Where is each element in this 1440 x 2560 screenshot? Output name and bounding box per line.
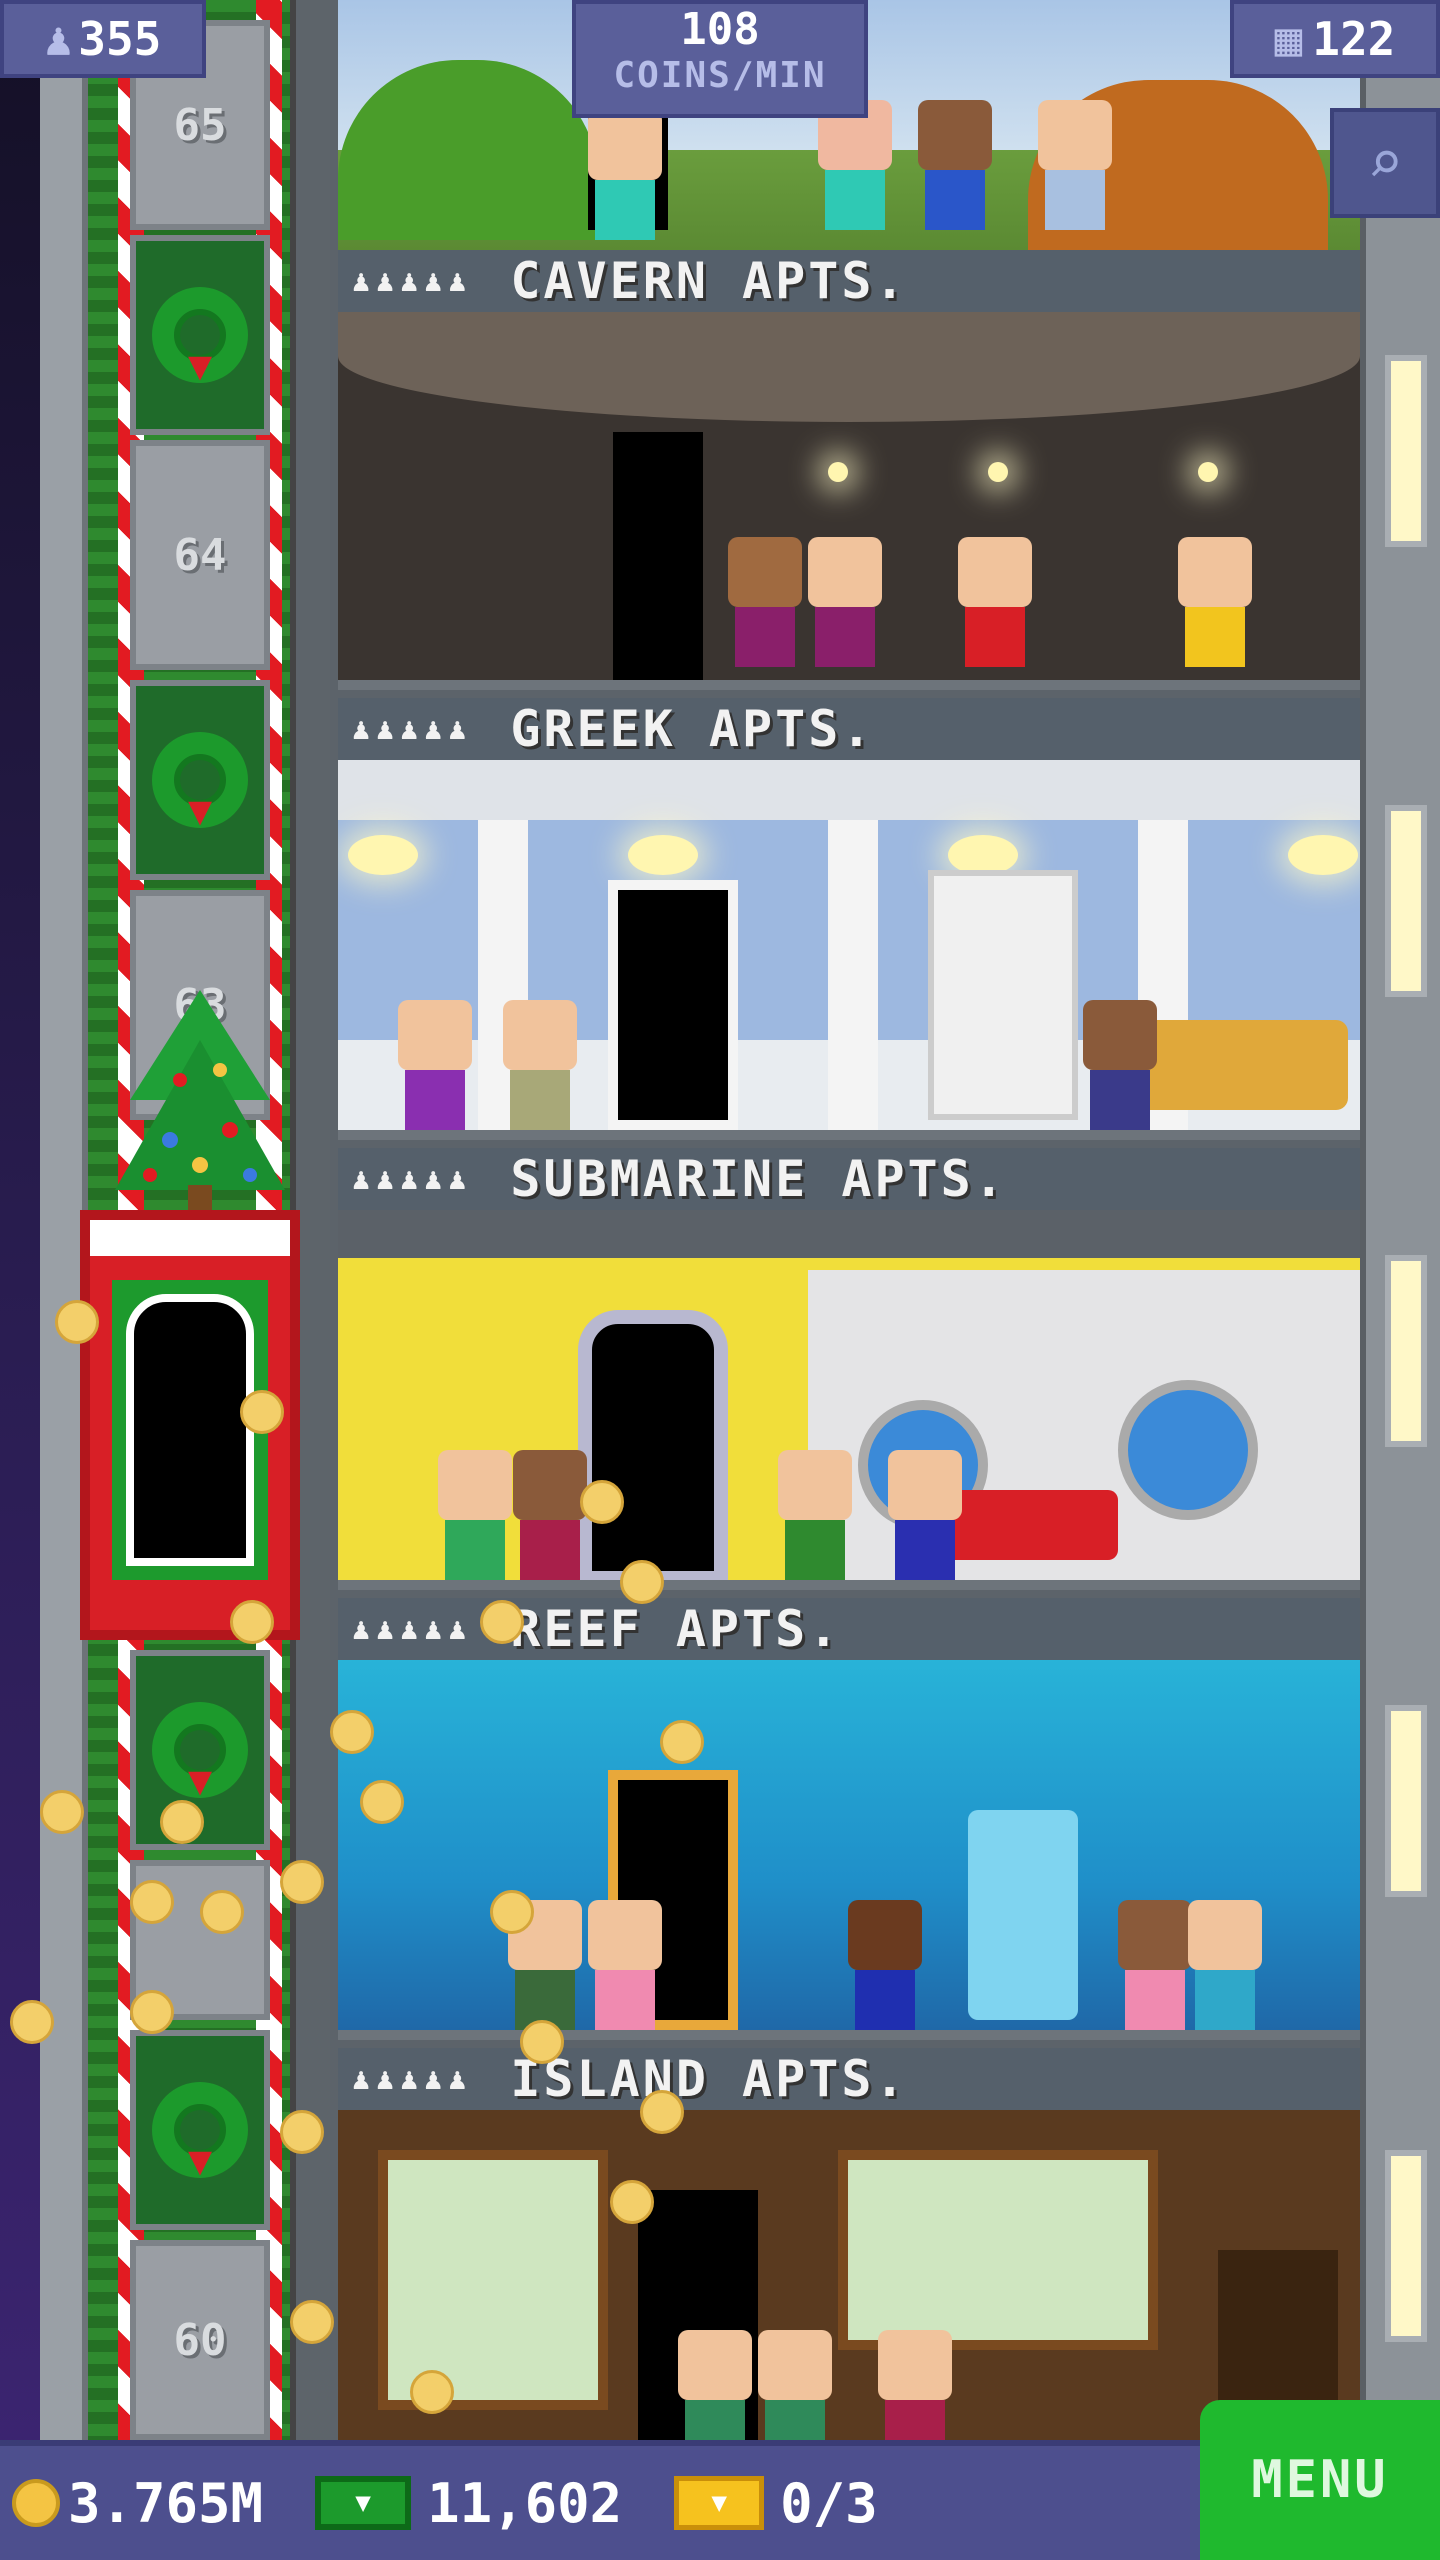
- rail-light: [1385, 805, 1427, 997]
- floor-number: 60: [173, 2314, 227, 2366]
- tower-bux-icon: ▼: [315, 2476, 412, 2530]
- wreath-icon: ▼: [152, 287, 248, 389]
- menu-button[interactable]: MENU: [1200, 2400, 1440, 2560]
- floor-label-island[interactable]: ♟♟♟♟♟ ISLAND APTS.: [338, 2048, 1360, 2110]
- tickets-value: 0/3: [780, 2471, 878, 2535]
- coins-per-min-label: COINS/MIN: [613, 55, 827, 96]
- resident-count-icon: ♟♟♟♟♟: [352, 1161, 473, 1197]
- search-button[interactable]: ⌕: [1330, 108, 1440, 218]
- floor-name: SUBMARINE APTS.: [510, 1150, 1007, 1208]
- floor-label-cavern[interactable]: ♟♟♟♟♟ CAVERN APTS.: [338, 250, 1360, 312]
- resident-count-icon: ♟♟♟♟♟: [352, 2061, 473, 2097]
- rail-light: [1385, 1705, 1427, 1897]
- room-door: [578, 1310, 728, 1580]
- shaft-floor-64: 64: [130, 440, 270, 670]
- floor-name: ISLAND APTS.: [510, 2050, 908, 2108]
- floor-name: GREEK APTS.: [510, 700, 875, 758]
- tent-left: [338, 60, 598, 240]
- rail-light: [1385, 355, 1427, 547]
- room-island[interactable]: [338, 2110, 1360, 2440]
- space-background: [0, 0, 40, 2440]
- resident-count-icon: ♟♟♟♟♟: [352, 711, 473, 747]
- shaft-floor-60: 60: [130, 2240, 270, 2440]
- room-door: [613, 432, 703, 680]
- bow-icon: ▼: [187, 343, 213, 389]
- room-cavern[interactable]: [338, 312, 1360, 690]
- elevator-snow-top: [90, 1220, 290, 1256]
- room-reef[interactable]: [338, 1660, 1360, 2040]
- person-icon: ♟: [44, 12, 73, 66]
- floor-label-submarine[interactable]: ♟♟♟♟♟ SUBMARINE APTS.: [338, 1148, 1360, 1210]
- floor-number: 64: [173, 529, 227, 581]
- christmas-tree-icon: [115, 990, 285, 1210]
- coins-per-min-value: 108: [680, 4, 760, 55]
- magnifier-icon: ⌕: [1366, 128, 1404, 198]
- bow-icon: ▼: [187, 1758, 213, 1804]
- coins-display[interactable]: 3.765M: [12, 2472, 263, 2535]
- bux-display[interactable]: ▼ 11,602: [275, 2472, 622, 2535]
- bow-icon: ▼: [187, 788, 213, 834]
- coin-icon: [12, 2479, 60, 2527]
- population-panel[interactable]: ♟ 355: [0, 0, 206, 78]
- building-icon: ▦: [1274, 12, 1303, 66]
- elevator-door: [126, 1294, 254, 1566]
- wreath-icon: ▼: [152, 1702, 248, 1804]
- resident-count-icon: ♟♟♟♟♟: [352, 1611, 473, 1647]
- population-value: 355: [78, 12, 162, 66]
- resident-count-icon: ♟♟♟♟♟: [352, 263, 473, 299]
- floor-label-greek[interactable]: ♟♟♟♟♟ GREEK APTS.: [338, 698, 1360, 760]
- floors-panel[interactable]: ▦ 122: [1230, 0, 1440, 78]
- shaft-wreath: ▼: [130, 680, 270, 880]
- tickets-display[interactable]: ▼ 0/3: [634, 2472, 878, 2535]
- floor-number: 65: [173, 99, 227, 151]
- rail-light: [1385, 1255, 1427, 1447]
- shaft-wreath: ▼: [130, 235, 270, 435]
- golden-ticket-icon: ▼: [674, 2476, 765, 2530]
- shaft-wreath: ▼: [130, 2030, 270, 2230]
- coins-value: 3.765M: [68, 2471, 264, 2535]
- room-door: [608, 880, 738, 1130]
- floors-value: 122: [1312, 12, 1396, 66]
- menu-label: MENU: [1251, 2450, 1389, 2510]
- bow-icon: ▼: [187, 2138, 213, 2184]
- room-greek[interactable]: [338, 760, 1360, 1140]
- coins-per-min-panel[interactable]: 108 COINS/MIN: [572, 0, 868, 118]
- room-submarine[interactable]: [338, 1210, 1360, 1590]
- floor-name: CAVERN APTS.: [510, 252, 908, 310]
- floor-name: REEF APTS.: [510, 1600, 842, 1658]
- bux-value: 11,602: [427, 2471, 623, 2535]
- wreath-icon: ▼: [152, 732, 248, 834]
- rail-light: [1385, 2150, 1427, 2342]
- wreath-icon: ▼: [152, 2082, 248, 2184]
- elevator-wreath-frame: [112, 1280, 268, 1580]
